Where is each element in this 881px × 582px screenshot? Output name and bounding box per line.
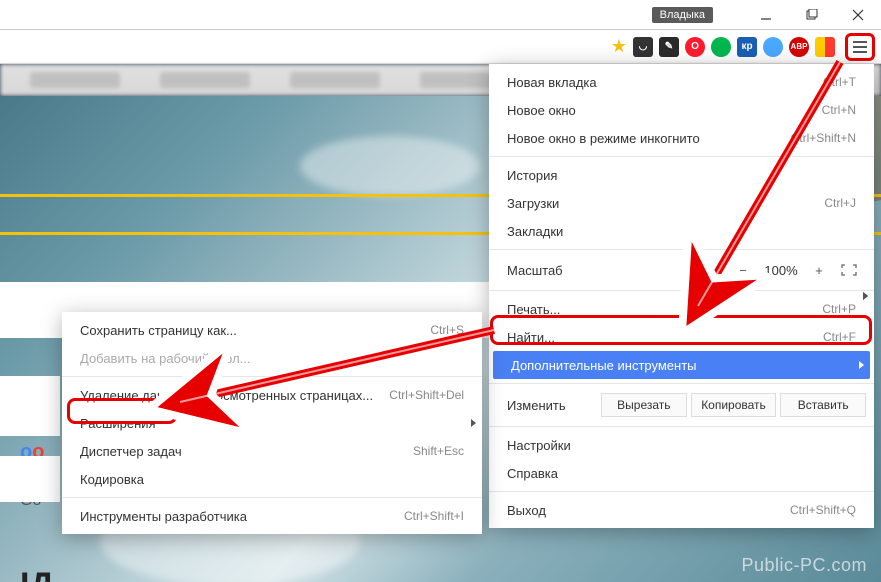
extension-evernote-icon[interactable]: ✎ xyxy=(659,37,679,57)
zoom-out-button[interactable]: − xyxy=(728,263,758,278)
page-big-text: ІД xyxy=(20,566,54,582)
edit-paste-button[interactable]: Вставить xyxy=(780,393,866,417)
maximize-button[interactable] xyxy=(789,0,835,30)
menu-new-window[interactable]: Новое окноCtrl+N xyxy=(489,96,874,124)
menu-more-tools[interactable]: Дополнительные инструменты xyxy=(493,351,870,379)
extension-yandex-icon[interactable] xyxy=(815,37,835,57)
submenu-extensions[interactable]: Расширения xyxy=(62,409,482,437)
bookmark-star-icon[interactable]: ★ xyxy=(611,36,627,57)
extension-kp-icon[interactable]: кр xyxy=(737,37,757,57)
edit-label: Изменить xyxy=(507,398,597,413)
menu-bookmarks[interactable]: Закладки xyxy=(489,217,874,245)
extension-drop-icon[interactable] xyxy=(763,37,783,57)
menu-find[interactable]: Найти...Ctrl+F xyxy=(489,323,874,351)
menu-downloads[interactable]: ЗагрузкиCtrl+J xyxy=(489,189,874,217)
zoom-label: Масштаб xyxy=(507,263,728,278)
menu-print[interactable]: Печать...Ctrl+P xyxy=(489,295,874,323)
main-menu-dropdown: Новая вкладкаCtrl+T Новое окноCtrl+N Нов… xyxy=(489,64,874,528)
menu-help[interactable]: Справка xyxy=(489,459,874,487)
menu-new-tab[interactable]: Новая вкладкаCtrl+T xyxy=(489,68,874,96)
main-menu-button[interactable] xyxy=(845,33,875,61)
submenu-task-manager[interactable]: Диспетчер задачShift+Esc xyxy=(62,437,482,465)
submenu-add-desktop[interactable]: Добавить на рабочий стол... xyxy=(62,344,482,372)
extension-green-icon[interactable] xyxy=(711,37,731,57)
fullscreen-button[interactable] xyxy=(834,264,864,276)
watermark: Public-PC.com xyxy=(741,555,867,576)
submenu-clear-data[interactable]: Удаление данных о просмотренных страница… xyxy=(62,381,482,409)
menu-exit[interactable]: ВыходCtrl+Shift+Q xyxy=(489,496,874,524)
zoom-in-button[interactable]: + xyxy=(804,263,834,278)
extension-pocket-icon[interactable]: ◡ xyxy=(633,37,653,57)
menu-settings[interactable]: Настройки xyxy=(489,431,874,459)
submenu-encoding[interactable]: Кодировка xyxy=(62,465,482,493)
zoom-value: 100% xyxy=(758,263,804,278)
more-tools-submenu: Сохранить страницу как...Ctrl+S Добавить… xyxy=(62,312,482,534)
submenu-save-page[interactable]: Сохранить страницу как...Ctrl+S xyxy=(62,316,482,344)
menu-zoom-row: Масштаб − 100% + xyxy=(489,254,874,286)
close-button[interactable] xyxy=(835,0,881,30)
edit-copy-button[interactable]: Копировать xyxy=(691,393,777,417)
submenu-dev-tools[interactable]: Инструменты разработчикаCtrl+Shift+I xyxy=(62,502,482,530)
menu-edit-row: Изменить Вырезать Копировать Вставить xyxy=(489,388,874,422)
extension-abp-icon[interactable]: ABP xyxy=(789,37,809,57)
edit-cut-button[interactable]: Вырезать xyxy=(601,393,687,417)
extension-opera-icon[interactable]: O xyxy=(685,37,705,57)
profile-badge[interactable]: Владыка xyxy=(652,7,713,23)
menu-incognito[interactable]: Новое окно в режиме инкогнитоCtrl+Shift+… xyxy=(489,124,874,152)
menu-history[interactable]: История xyxy=(489,161,874,189)
browser-toolbar: ★ ◡ ✎ O кр ABP xyxy=(0,30,881,64)
window-titlebar: Владыка xyxy=(0,0,881,30)
minimize-button[interactable] xyxy=(743,0,789,30)
